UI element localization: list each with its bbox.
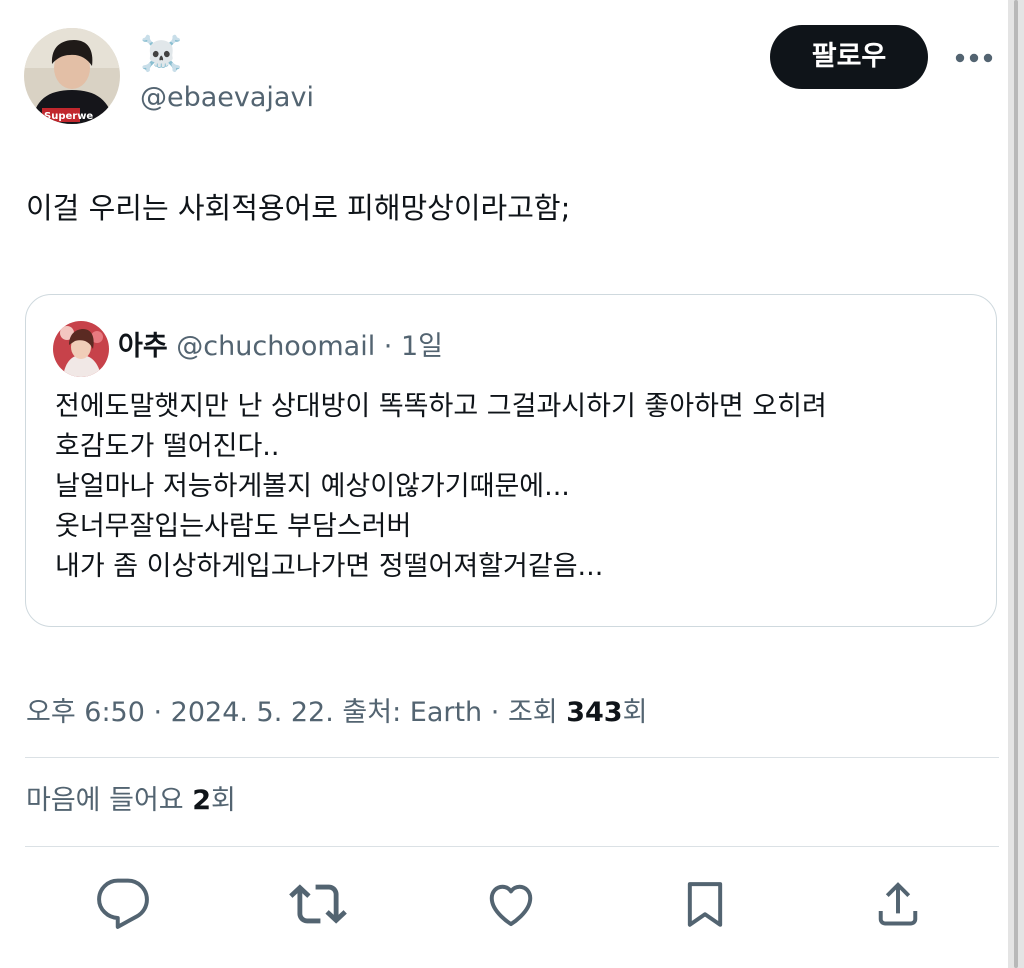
likes-count: 2: [192, 785, 212, 816]
tweet-timestamp: 오후 6:50 · 2024. 5. 22. 출처: Earth · 조회 34…: [26, 692, 647, 734]
retweet-button[interactable]: [288, 874, 348, 934]
quoted-text-line: 날얼마나 저능하게볼지 예상이않가기때문에...: [55, 471, 570, 502]
views-suffix: 회: [622, 697, 648, 728]
avatar-shirt-text: Superwe: [44, 111, 93, 122]
quoted-separator: ·: [375, 331, 401, 362]
share-icon: [878, 882, 918, 926]
quoted-timestamp[interactable]: 1일: [401, 331, 443, 362]
views-label: 조회: [507, 697, 567, 728]
quoted-text-line: 내가 좀 이상하게입고나가면 정떨어져할거같음...: [55, 551, 604, 582]
likes-label: 마음에 들어요: [26, 785, 193, 816]
likes-summary[interactable]: 마음에 들어요 2회: [26, 780, 236, 822]
tweet-time[interactable]: 오후 6:50: [26, 697, 145, 728]
quoted-handle-text: @chuchoomail: [176, 331, 376, 362]
quoted-author-avatar[interactable]: [53, 321, 109, 377]
scrollbar-thumb[interactable]: [1014, 0, 1018, 968]
meta-separator: ·: [144, 697, 171, 728]
reply-button[interactable]: [93, 874, 153, 934]
likes-suffix: 회: [211, 785, 236, 816]
reply-icon: [97, 878, 149, 929]
divider: [25, 846, 999, 847]
quoted-text-line: 옷너무잘입는사람도 부담스러버: [55, 511, 412, 542]
scrollbar[interactable]: [1008, 0, 1024, 968]
quoted-avatar-image: [53, 321, 109, 377]
author-display-name[interactable]: ☠️: [140, 30, 182, 78]
views-count: 343: [566, 697, 623, 728]
tweet-source: 출처: Earth: [333, 697, 483, 728]
author-handle[interactable]: @ebaevajavi: [140, 78, 314, 118]
avatar-image: Superwe: [24, 28, 120, 124]
quoted-author-name[interactable]: 아추: [118, 331, 168, 362]
tweet-detail-page: Superwe ☠️ @ebaevajavi 팔로우 이걸 우리는 사회적용어로…: [0, 0, 1008, 968]
quoted-tweet-header: 아추 @chuchoomail · 1일: [118, 325, 443, 369]
retweet-icon: [289, 884, 347, 924]
like-button[interactable]: [481, 874, 541, 934]
share-button[interactable]: [868, 874, 928, 934]
meta-separator: ·: [482, 697, 508, 728]
quoted-tweet-card[interactable]: 아추 @chuchoomail · 1일 전에도말햇지만 난 상대방이 똑똑하고…: [25, 294, 997, 627]
author-avatar[interactable]: Superwe: [24, 28, 120, 124]
tweet-date[interactable]: 2024. 5. 22.: [171, 697, 334, 728]
follow-button[interactable]: 팔로우: [770, 25, 928, 89]
bookmark-icon: [687, 882, 723, 927]
quoted-tweet-text: 전에도말햇지만 난 상대방이 똑똑하고 그걸과시하기 좋아하면 오히려 호감도가…: [55, 387, 827, 587]
quoted-text-line: 전에도말햇지만 난 상대방이 똑똑하고 그걸과시하기 좋아하면 오히려: [55, 391, 827, 422]
like-icon: [489, 884, 533, 927]
quoted-author-handle[interactable]: @chuchoomail: [176, 331, 375, 362]
bookmark-button[interactable]: [675, 874, 735, 934]
more-horizontal-icon: [955, 53, 993, 63]
divider: [25, 757, 999, 758]
quoted-text-line: 호감도가 떨어진다..: [55, 431, 280, 462]
tweet-text: 이걸 우리는 사회적용어로 피해망상이라고함;: [26, 191, 571, 225]
more-options-button[interactable]: [952, 44, 996, 72]
